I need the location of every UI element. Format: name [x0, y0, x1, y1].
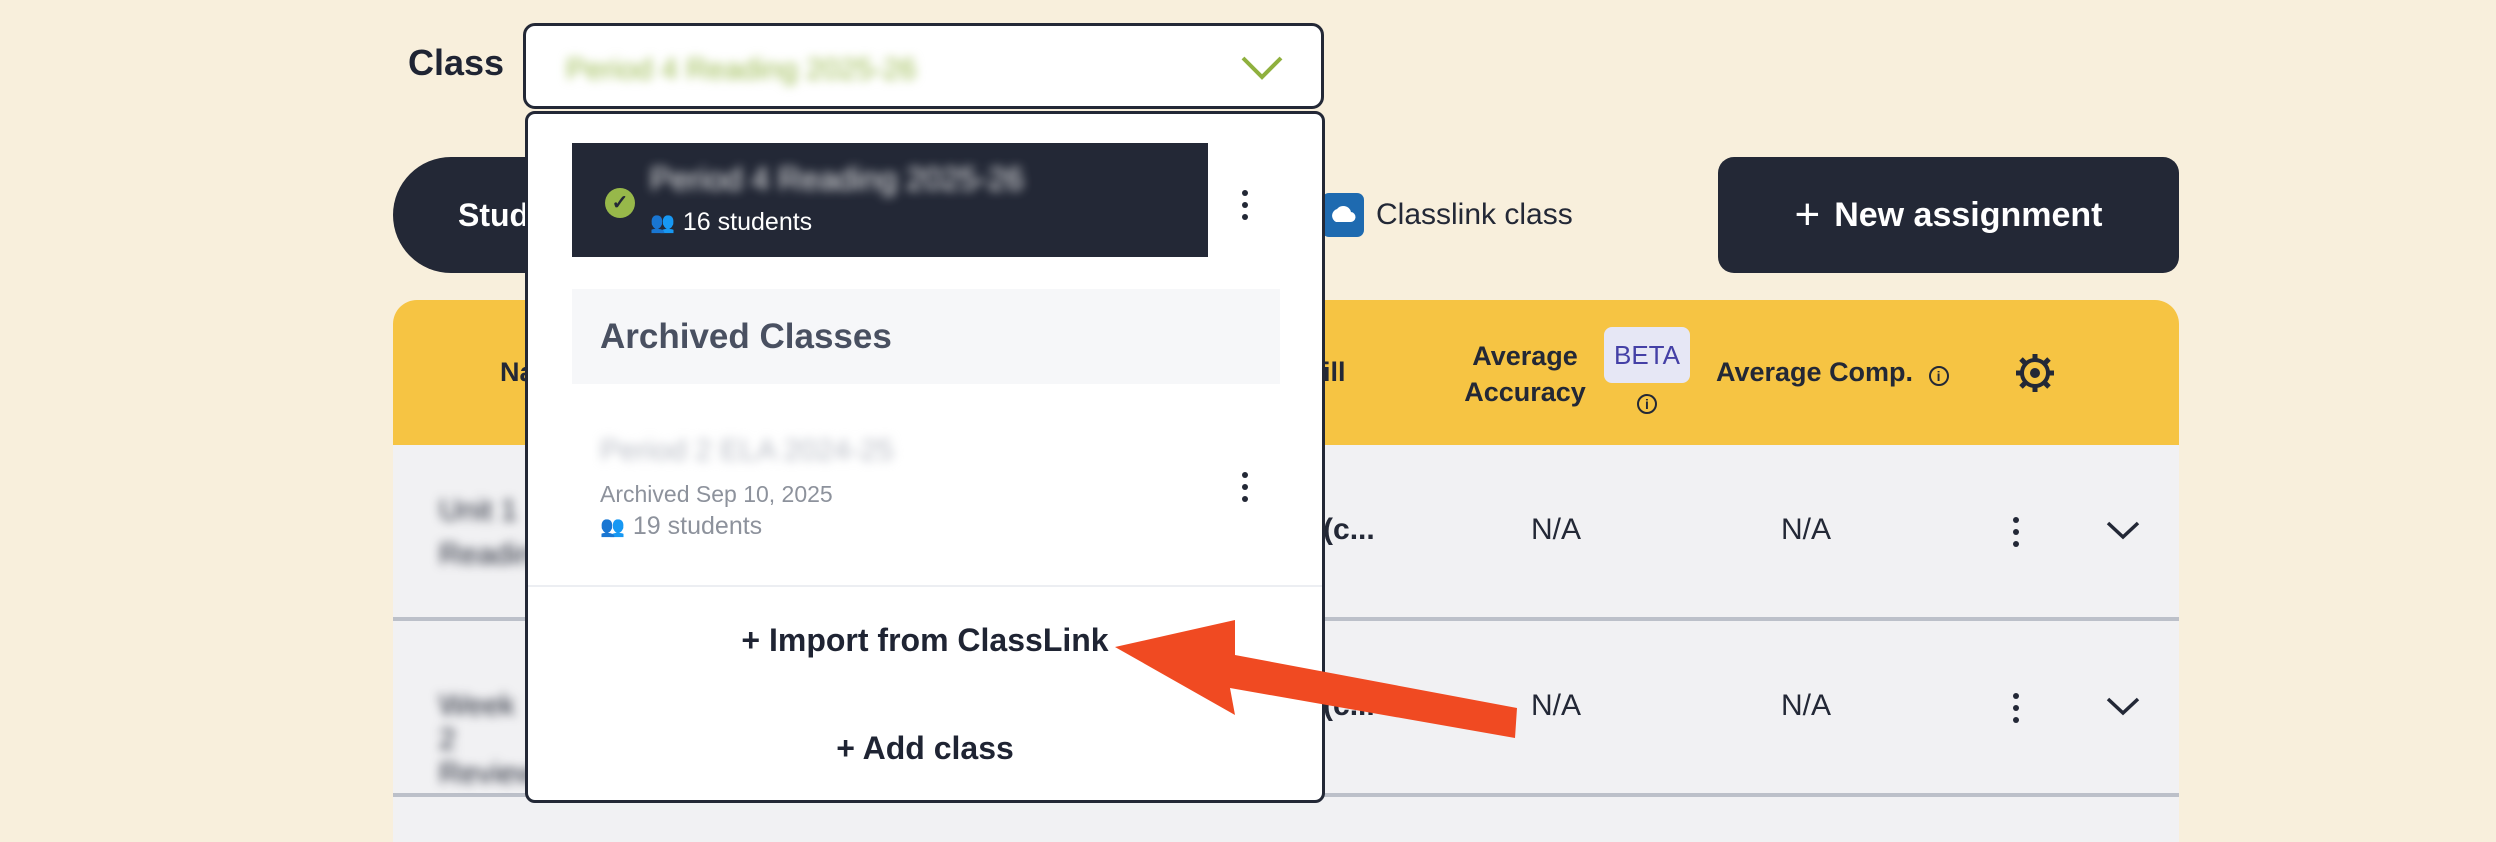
header-average-accuracy: Average Accuracy	[1464, 341, 1586, 407]
row-comp: N/A	[1781, 513, 1832, 546]
classlink-class-button[interactable]: Classlink class	[1322, 192, 1573, 238]
selected-class-value: Period 4 Reading 2025-26	[566, 53, 917, 86]
current-class-more-icon[interactable]	[1242, 190, 1248, 226]
settings-gear-icon[interactable]	[2014, 352, 2056, 399]
row-name: Unit 1 Reading	[439, 494, 551, 571]
people-icon: 👥	[650, 212, 675, 234]
row-more-icon[interactable]	[2013, 693, 2019, 729]
archived-class-more-icon[interactable]	[1242, 472, 1248, 508]
row-name: Week 2 Review	[439, 689, 538, 790]
classlink-logo-icon	[1322, 193, 1364, 237]
class-select[interactable]: Period 4 Reading 2025-26	[523, 23, 1324, 109]
annotation-arrow-icon	[1095, 600, 1555, 765]
current-class-name: Period 4 Reading 2025-26	[650, 161, 1024, 197]
archived-date: Archived Sep 10, 2025	[600, 481, 833, 507]
plus-icon: +	[1794, 190, 1821, 239]
current-class-item[interactable]: ✓ Period 4 Reading 2025-26 👥 16 students	[572, 143, 1208, 257]
header-average-comp: Average Comp. i	[1716, 357, 1949, 388]
archived-class-name[interactable]: Period 2 ELA 2024-25	[600, 434, 894, 468]
dropdown-divider	[528, 585, 1322, 587]
archived-class-student-count: 👥 19 students	[600, 512, 763, 540]
beta-badge: BETA	[1604, 327, 1690, 383]
info-icon[interactable]: i	[1637, 394, 1657, 414]
row-accuracy: N/A	[1531, 513, 1582, 546]
class-label: Class	[408, 42, 505, 83]
current-class-student-count: 👥 16 students	[650, 208, 813, 236]
check-icon: ✓	[605, 188, 635, 218]
classlink-class-label: Classlink class	[1376, 198, 1573, 231]
row-expand-chevron-icon[interactable]	[2105, 519, 2141, 546]
people-icon: 👥	[600, 516, 625, 538]
new-assignment-label: New assignment	[1834, 195, 2103, 234]
new-assignment-button[interactable]: + New assignment	[1718, 157, 2179, 273]
row-more-icon[interactable]	[2013, 517, 2019, 553]
table-row	[393, 797, 2179, 842]
archived-classes-header: Archived Classes	[572, 289, 1280, 384]
info-icon[interactable]: i	[1928, 366, 1949, 386]
row-expand-chevron-icon[interactable]	[2105, 695, 2141, 722]
row-comp: N/A	[1781, 689, 1832, 722]
chevron-down-icon[interactable]	[1239, 52, 1285, 87]
